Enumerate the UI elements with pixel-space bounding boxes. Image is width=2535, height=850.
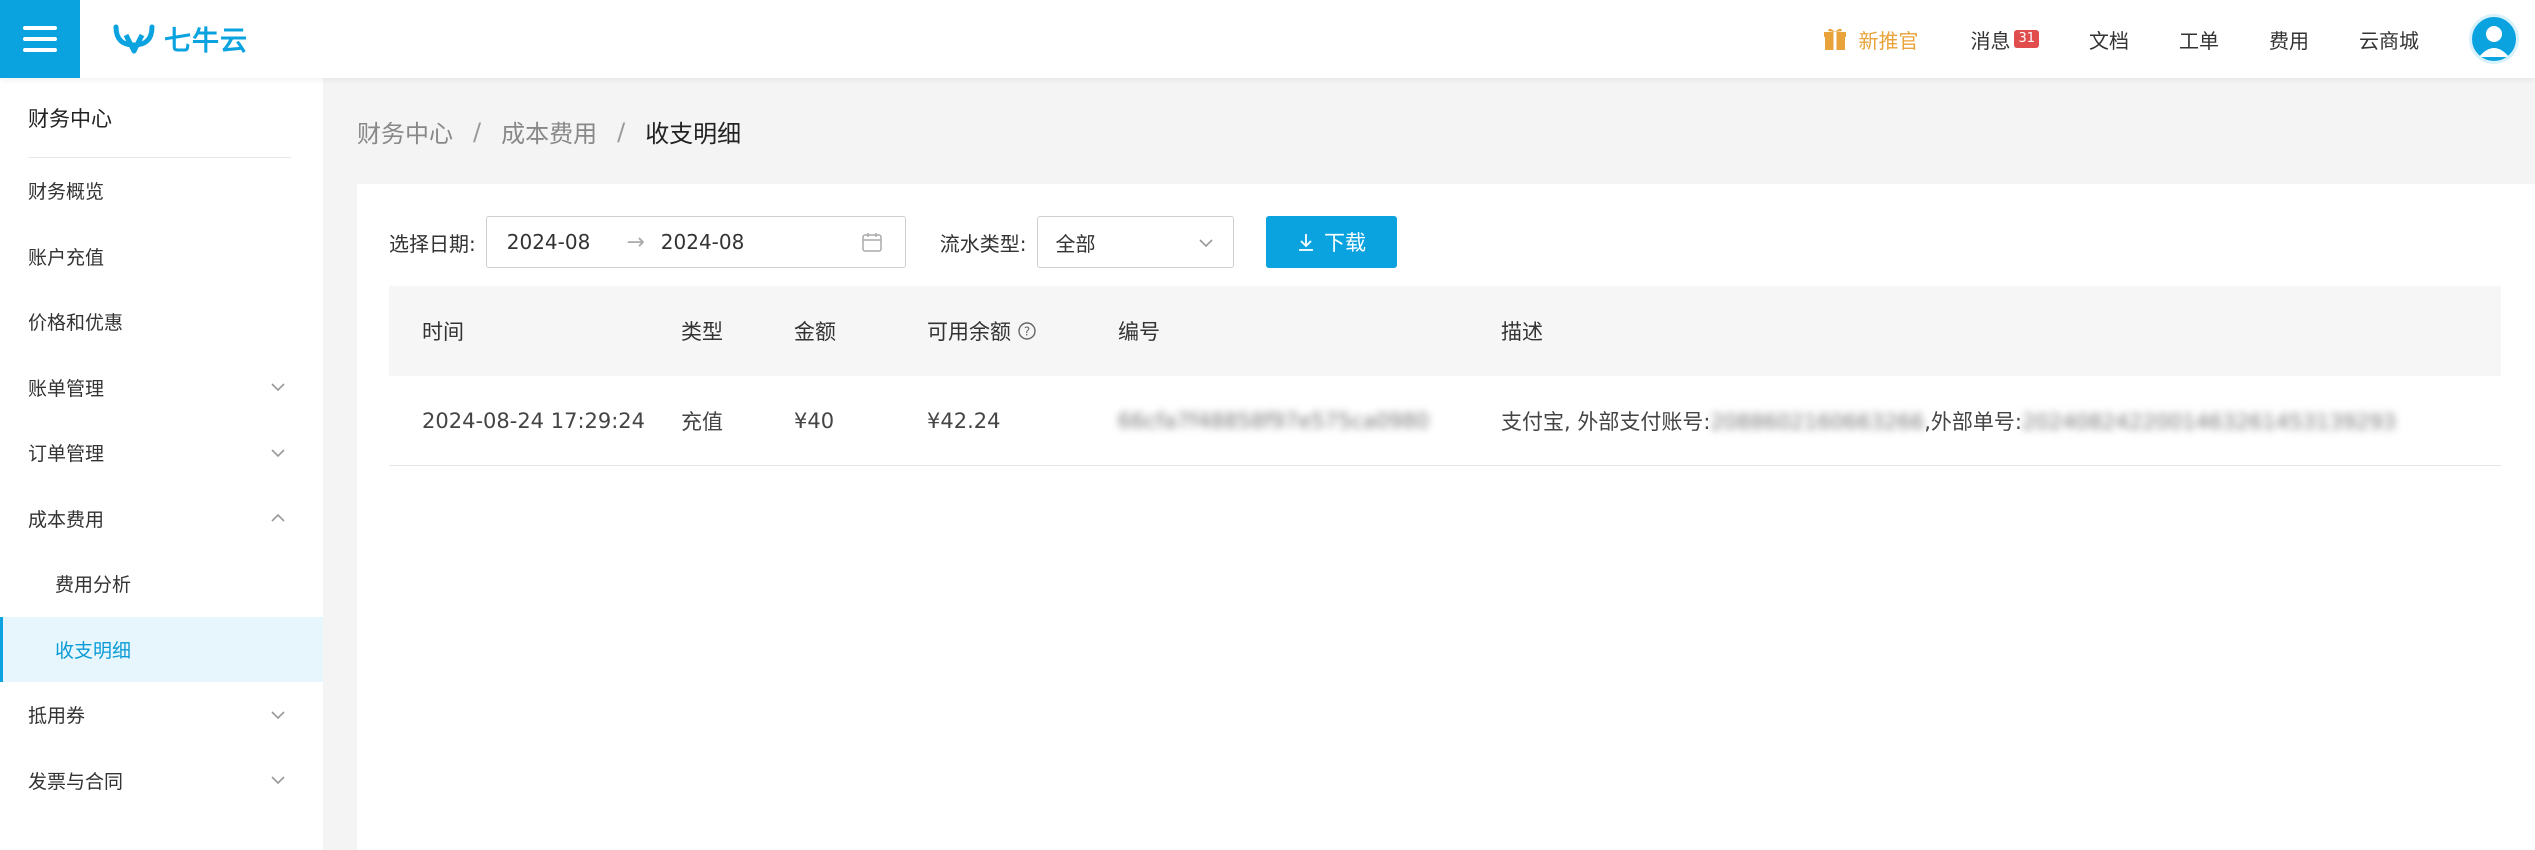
chevron-down-icon [1198, 239, 1213, 248]
calendar-icon [862, 233, 882, 252]
column-header-description: 描述 [1501, 320, 1543, 344]
column-header-balance: 可用余额 ? [927, 316, 1118, 346]
desc-order: 2024082422001463261453139293 [2021, 409, 2397, 434]
logo[interactable]: 七牛云 [112, 16, 248, 60]
cell-serial: 66cfa7f48858f97e575ca0980 [1118, 408, 1430, 433]
date-label: 选择日期: [389, 231, 476, 256]
sidebar-item-vouchers[interactable]: 抵用券 [0, 682, 323, 748]
type-label: 流水类型: [939, 231, 1027, 256]
sidebar-item-finance-overview[interactable]: 财务概览 [0, 158, 323, 224]
arrow-right-icon: → [626, 229, 645, 255]
sidebar-item-label: 账单管理 [28, 377, 105, 400]
type-select[interactable]: 全部 [1036, 216, 1234, 268]
date-end[interactable]: 2024-08 [661, 230, 745, 254]
sidebar-item-cost[interactable]: 成本费用 [0, 486, 323, 552]
nav-messages[interactable]: 消息 31 [1970, 25, 2039, 54]
sidebar-item-label: 财务概览 [28, 181, 105, 204]
sidebar-item-recharge[interactable]: 账户充值 [0, 224, 323, 290]
sidebar-item-label: 成本费用 [28, 508, 105, 531]
hamburger-icon [23, 26, 57, 52]
desc-mid: ,外部单号: [1924, 409, 2022, 434]
column-header-time: 时间 [422, 320, 464, 344]
sidebar-item-invoices[interactable]: 发票与合同 [0, 748, 323, 814]
help-icon[interactable]: ? [1017, 321, 1037, 341]
sidebar-item-label: 费用分析 [55, 574, 132, 597]
cell-description: 支付宝, 外部支付账号:2088602160663266,外部单号:202408… [1501, 406, 2501, 436]
sidebar-title: 财务中心 [28, 78, 291, 158]
svg-text:?: ? [1024, 325, 1030, 339]
chevron-down-icon [271, 383, 285, 392]
breadcrumb-finance[interactable]: 财务中心 [357, 114, 453, 149]
nav-tickets[interactable]: 工单 [2179, 25, 2219, 54]
cell-time: 2024-08-24 17:29:24 [422, 408, 646, 433]
top-header: 七牛云 新推官 消息 31 文档 工单 费用 云商城 [0, 0, 2535, 78]
cell-amount: ¥40 [794, 408, 835, 433]
nav-docs[interactable]: 文档 [2089, 25, 2129, 54]
sidebar-item-label: 价格和优惠 [28, 312, 124, 335]
column-header-type: 类型 [681, 320, 723, 344]
breadcrumb-separator: / [617, 117, 626, 146]
breadcrumb-cost[interactable]: 成本费用 [501, 114, 597, 149]
chevron-up-icon [271, 514, 285, 522]
chevron-down-icon [271, 776, 285, 785]
breadcrumb-current: 收支明细 [645, 120, 742, 148]
qiniu-logo-icon [113, 24, 155, 54]
user-avatar[interactable] [2469, 14, 2519, 64]
user-icon [2479, 26, 2509, 57]
messages-badge: 31 [2014, 30, 2039, 48]
sidebar-item-label: 抵用券 [28, 705, 86, 728]
nav-promo-label: 新推官 [1858, 28, 1919, 53]
type-select-value: 全部 [1055, 231, 1096, 256]
table-row: 2024-08-24 17:29:24 充值 ¥40 ¥42.24 66cfa7… [389, 376, 2501, 466]
breadcrumb-separator: / [473, 117, 482, 146]
sidebar-item-transactions[interactable]: 收支明细 [0, 616, 323, 682]
sidebar-item-orders[interactable]: 订单管理 [0, 420, 323, 486]
nav-promo[interactable]: 新推官 [1822, 25, 1918, 54]
chevron-down-icon [271, 711, 285, 719]
transactions-table: 时间 类型 金额 可用余额 ? 编号 描述 2024-08-24 17:29:2… [389, 286, 2501, 466]
table-header: 时间 类型 金额 可用余额 ? 编号 描述 [389, 286, 2501, 376]
gift-icon [1824, 28, 1847, 50]
menu-toggle-button[interactable] [0, 0, 80, 78]
sidebar-item-label: 收支明细 [55, 639, 132, 662]
cell-type: 充值 [681, 409, 723, 434]
content-panel: 选择日期: 2024-08 → 2024-08 流水类型: 全部 下载 时间 类… [357, 184, 2535, 850]
sidebar-item-bills[interactable]: 账单管理 [0, 355, 323, 421]
chevron-down-icon [271, 449, 285, 457]
sidebar-item-label: 订单管理 [28, 443, 105, 466]
download-button[interactable]: 下载 [1265, 216, 1397, 268]
column-header-balance-label: 可用余额 [927, 320, 1011, 344]
column-header-serial: 编号 [1118, 320, 1160, 344]
nav-mall[interactable]: 云商城 [2359, 25, 2419, 54]
nav-billing[interactable]: 费用 [2269, 25, 2309, 54]
column-header-amount: 金额 [794, 320, 836, 344]
nav-messages-label: 消息 [1970, 28, 2011, 53]
sidebar: 财务中心 财务概览 账户充值 价格和优惠 账单管理 订单管理 成本费用 费用分析… [0, 78, 323, 850]
top-nav: 新推官 消息 31 文档 工单 费用 云商城 [1822, 0, 2535, 78]
breadcrumb: 财务中心 / 成本费用 / 收支明细 [357, 114, 741, 149]
sidebar-item-pricing[interactable]: 价格和优惠 [0, 289, 323, 355]
desc-prefix: 支付宝, 外部支付账号: [1501, 409, 1711, 434]
sidebar-item-label: 发票与合同 [28, 770, 124, 793]
sidebar-item-cost-analysis[interactable]: 费用分析 [0, 551, 323, 617]
date-start[interactable]: 2024-08 [507, 230, 591, 254]
cell-balance: ¥42.24 [927, 408, 1001, 433]
download-icon [1299, 234, 1313, 251]
date-range-picker[interactable]: 2024-08 → 2024-08 [485, 216, 906, 268]
logo-text: 七牛云 [164, 25, 248, 57]
desc-account: 2088602160663266 [1710, 409, 1925, 434]
download-label: 下载 [1324, 231, 1366, 255]
sidebar-item-label: 账户充值 [28, 246, 105, 269]
filter-bar: 选择日期: 2024-08 → 2024-08 流水类型: 全部 下载 [389, 216, 1397, 268]
